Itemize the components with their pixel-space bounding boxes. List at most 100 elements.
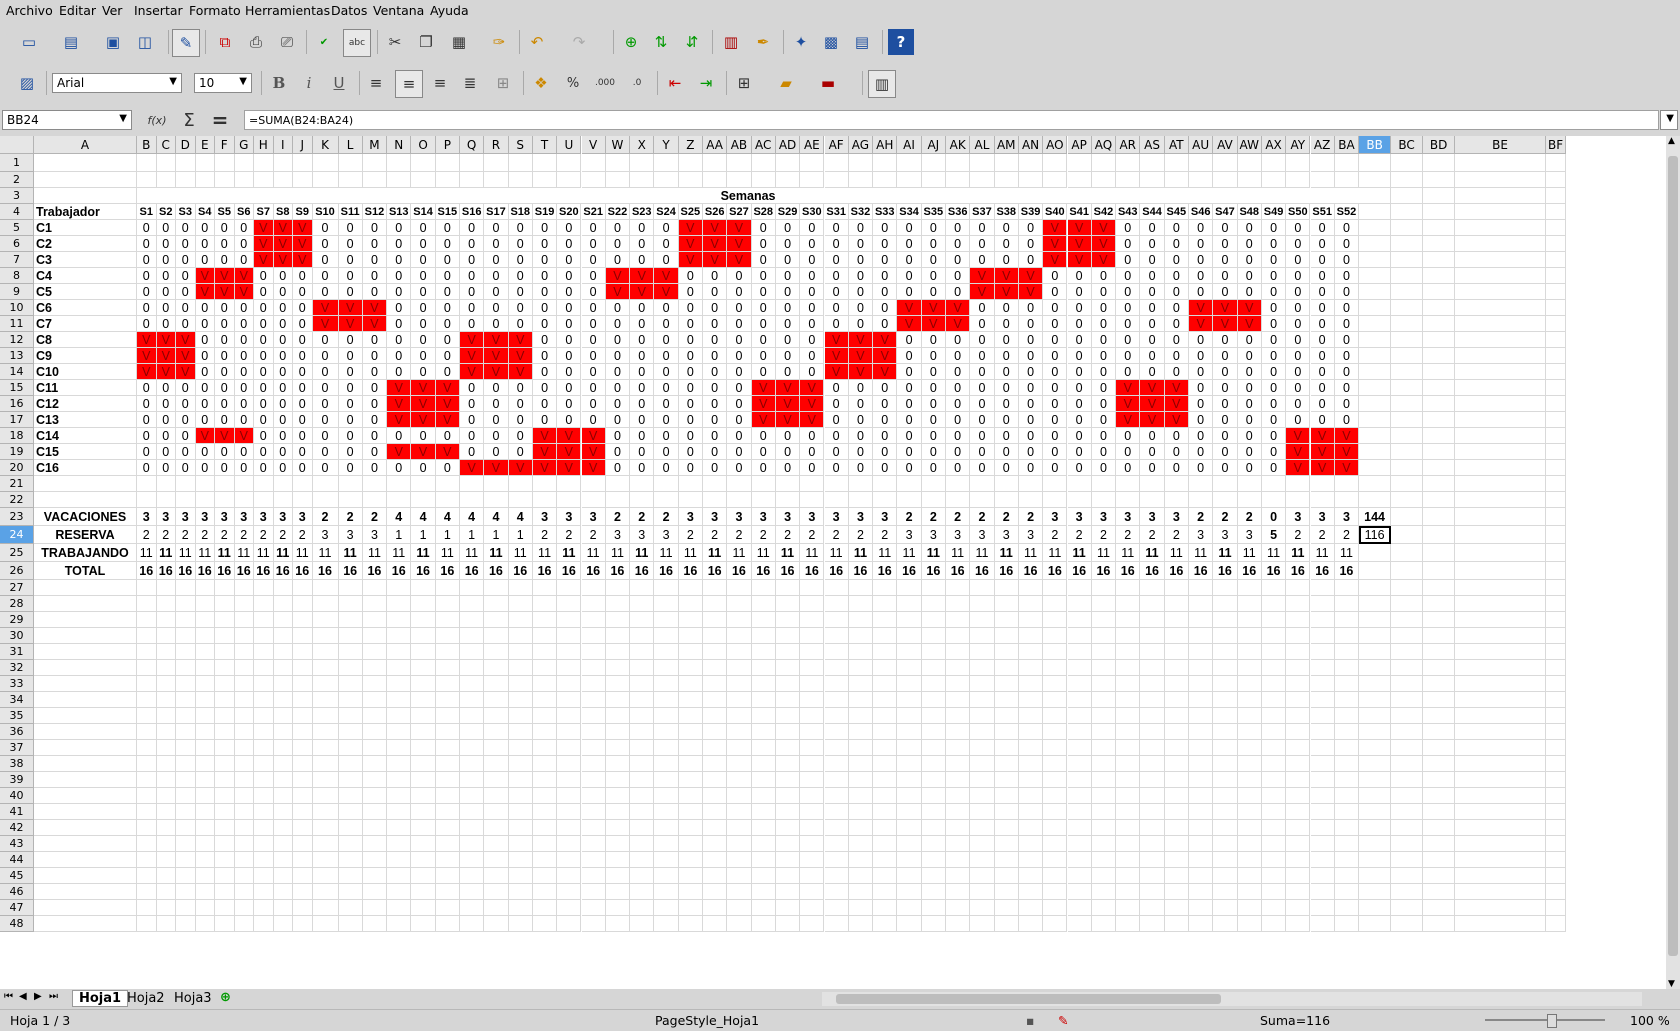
grid-cell[interactable] <box>1391 724 1424 740</box>
schedule-cell[interactable]: 0 <box>460 268 485 284</box>
summary-cell[interactable]: 2 <box>605 508 631 526</box>
grid-cell[interactable] <box>970 172 995 188</box>
schedule-cell[interactable]: 0 <box>508 284 533 300</box>
worker-name[interactable]: C9 <box>34 348 137 364</box>
schedule-cell[interactable]: V <box>195 428 215 444</box>
grid-cell[interactable] <box>581 580 606 596</box>
grid-cell[interactable] <box>557 884 582 900</box>
schedule-cell[interactable]: 0 <box>1310 348 1335 364</box>
schedule-cell[interactable]: 0 <box>215 252 235 268</box>
grid-cell[interactable] <box>1423 508 1456 526</box>
row-header-12[interactable]: 12 <box>0 332 34 348</box>
grid-cell[interactable] <box>1116 172 1141 188</box>
week-header[interactable]: S10 <box>312 204 339 220</box>
grid-cell[interactable] <box>1391 788 1424 804</box>
grid-cell[interactable] <box>532 660 558 676</box>
grid-cell[interactable] <box>1116 476 1141 492</box>
summary-cell[interactable]: 16 <box>605 562 631 580</box>
prev-sheet-icon[interactable]: ◀ <box>19 991 27 1002</box>
grid-cell[interactable] <box>508 660 533 676</box>
grid-cell[interactable] <box>800 708 825 724</box>
grid-cell[interactable] <box>176 804 196 820</box>
schedule-cell[interactable]: 0 <box>897 348 922 364</box>
summary-cell[interactable]: 3 <box>1116 508 1141 526</box>
row-header-11[interactable]: 11 <box>0 316 34 332</box>
grid-cell[interactable] <box>1423 628 1456 644</box>
grid-cell[interactable] <box>273 820 293 836</box>
column-header-bc[interactable]: BC <box>1391 136 1424 154</box>
summary-cell[interactable]: 3 <box>338 526 363 544</box>
grid-cell[interactable] <box>557 724 582 740</box>
schedule-cell[interactable]: 0 <box>234 220 254 236</box>
grid-cell[interactable] <box>411 492 436 508</box>
grid-cell[interactable] <box>254 612 274 628</box>
grid-cell[interactable] <box>824 836 849 852</box>
grid-cell[interactable] <box>873 788 898 804</box>
schedule-cell[interactable]: 0 <box>921 348 946 364</box>
week-header[interactable]: S44 <box>1140 204 1165 220</box>
schedule-cell[interactable]: 0 <box>897 428 922 444</box>
grid-cell[interactable] <box>435 740 460 756</box>
schedule-cell[interactable]: 0 <box>273 284 293 300</box>
row-header-22[interactable]: 22 <box>0 492 34 508</box>
grid-cell[interactable] <box>775 804 801 820</box>
grid-cell[interactable] <box>34 772 137 788</box>
grid-cell[interactable] <box>1286 708 1311 724</box>
schedule-cell[interactable]: 0 <box>581 284 606 300</box>
grid-cell[interactable] <box>727 644 752 660</box>
schedule-cell[interactable]: 0 <box>1018 428 1044 444</box>
grid-cell[interactable] <box>293 172 313 188</box>
grid-cell[interactable] <box>921 154 946 172</box>
grid-cell[interactable] <box>1043 692 1068 708</box>
summary-cell[interactable]: 3 <box>970 526 995 544</box>
schedule-cell[interactable]: 0 <box>824 380 849 396</box>
grid-cell[interactable] <box>703 492 728 508</box>
schedule-cell[interactable]: 0 <box>897 332 922 348</box>
grid-cell[interactable] <box>293 644 313 660</box>
summary-cell[interactable]: 11 <box>156 544 176 562</box>
grid-cell[interactable] <box>1043 476 1068 492</box>
grid-cell[interactable] <box>1213 580 1238 596</box>
grid-cell[interactable] <box>1067 740 1092 756</box>
grid-cell[interactable] <box>557 476 582 492</box>
schedule-cell[interactable]: 0 <box>751 300 776 316</box>
grid-cell[interactable] <box>532 676 558 692</box>
row-header-18[interactable]: 18 <box>0 428 34 444</box>
schedule-cell[interactable]: 0 <box>435 252 460 268</box>
grid-cell[interactable] <box>703 900 728 916</box>
grid-cell[interactable] <box>1018 756 1044 772</box>
grid-cell[interactable] <box>1018 740 1044 756</box>
grid-cell[interactable] <box>1213 772 1238 788</box>
schedule-cell[interactable]: 0 <box>1091 380 1117 396</box>
summary-cell[interactable]: 16 <box>411 562 436 580</box>
schedule-cell[interactable]: 0 <box>254 284 274 300</box>
grid-cell[interactable] <box>484 692 509 708</box>
grid-cell[interactable] <box>435 820 460 836</box>
schedule-cell[interactable]: 0 <box>800 252 825 268</box>
grid-cell[interactable] <box>1091 476 1117 492</box>
schedule-cell[interactable]: 0 <box>362 396 388 412</box>
schedule-cell[interactable]: 0 <box>1310 268 1335 284</box>
schedule-cell[interactable]: 0 <box>1310 284 1335 300</box>
grid-cell[interactable] <box>775 788 801 804</box>
grid-cell[interactable] <box>921 852 946 868</box>
grid-cell[interactable] <box>1546 612 1567 628</box>
schedule-cell[interactable]: V <box>678 236 703 252</box>
schedule-cell[interactable]: 0 <box>1164 428 1189 444</box>
grid-cell[interactable] <box>1546 868 1567 884</box>
grid-cell[interactable] <box>1334 884 1360 900</box>
grid-cell[interactable] <box>1237 724 1262 740</box>
summary-cell[interactable]: 11 <box>557 544 582 562</box>
grid-cell[interactable] <box>1189 476 1214 492</box>
grid-cell[interactable] <box>1189 756 1214 772</box>
grid-cell[interactable] <box>1140 492 1165 508</box>
grid-cell[interactable] <box>557 852 582 868</box>
grid-cell[interactable] <box>156 492 176 508</box>
schedule-cell[interactable]: 0 <box>946 252 971 268</box>
grid-cell[interactable] <box>338 804 363 820</box>
grid-cell[interactable] <box>435 772 460 788</box>
grid-cell[interactable] <box>215 836 235 852</box>
grid-cell[interactable] <box>1546 660 1567 676</box>
summary-cell[interactable]: 2 <box>1310 526 1335 544</box>
grid-cell[interactable] <box>484 676 509 692</box>
